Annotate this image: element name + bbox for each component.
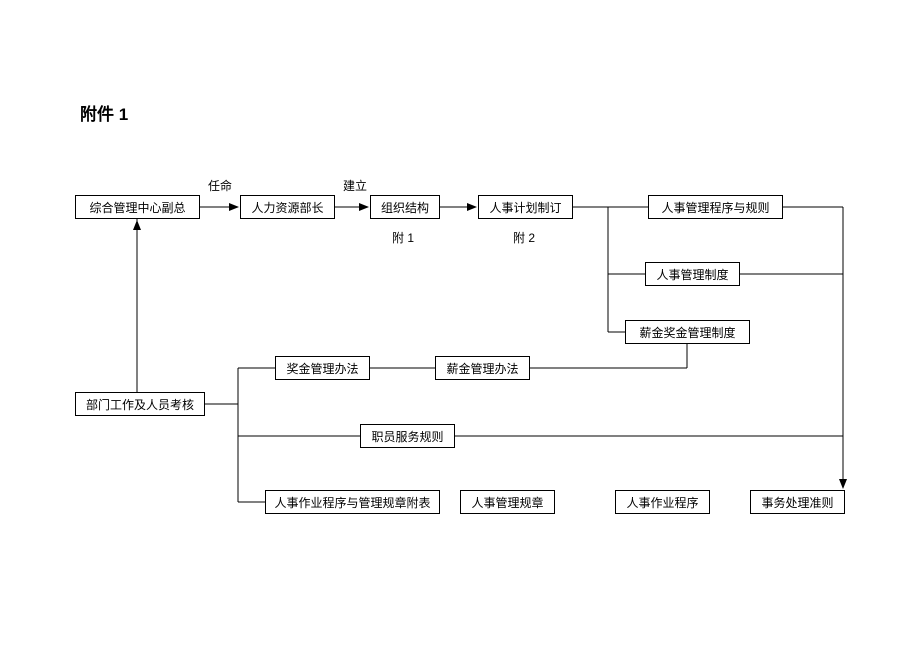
box-hr-ops-proc: 人事作业程序	[615, 490, 710, 514]
label-annex1: 附 1	[392, 229, 414, 246]
flowchart-connectors	[0, 0, 920, 651]
box-hr-ops-attach: 人事作业程序与管理规章附表	[265, 490, 440, 514]
box-org-structure: 组织结构	[370, 195, 440, 219]
label-appoint: 任命	[208, 177, 232, 194]
box-hr-plan: 人事计划制订	[478, 195, 573, 219]
box-general-mgmt: 综合管理中心副总	[75, 195, 200, 219]
box-salary-bonus-system: 薪金奖金管理制度	[625, 320, 750, 344]
box-affairs-guidelines: 事务处理准则	[750, 490, 845, 514]
box-dept-assess: 部门工作及人员考核	[75, 392, 205, 416]
label-annex2: 附 2	[513, 229, 535, 246]
box-hr-director: 人力资源部长	[240, 195, 335, 219]
label-establish: 建立	[343, 177, 367, 194]
box-bonus-mgmt: 奖金管理办法	[275, 356, 370, 380]
box-hr-mgmt-reg: 人事管理规章	[460, 490, 555, 514]
box-staff-rules: 职员服务规则	[360, 424, 455, 448]
box-hr-mgmt-system: 人事管理制度	[645, 262, 740, 286]
box-salary-mgmt: 薪金管理办法	[435, 356, 530, 380]
page-title: 附件 1	[80, 100, 128, 125]
box-hr-mgmt-proc-rules: 人事管理程序与规则	[648, 195, 783, 219]
